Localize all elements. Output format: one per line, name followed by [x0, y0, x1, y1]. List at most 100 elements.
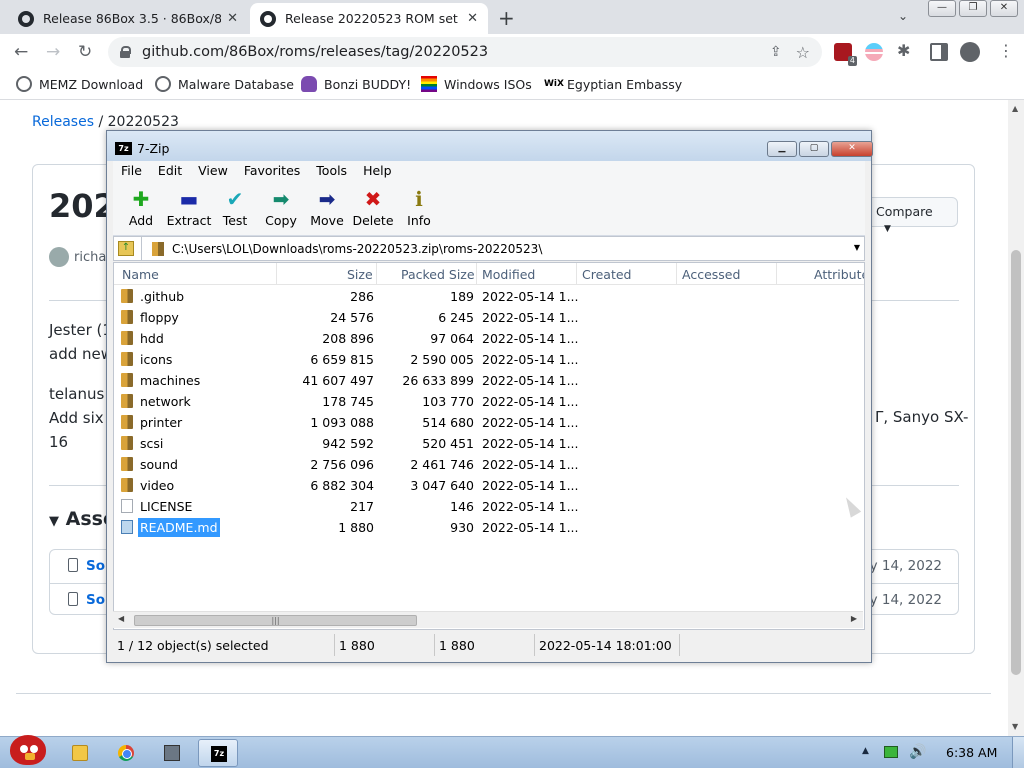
test-button[interactable]: ✔ Test	[211, 185, 259, 228]
menu-help[interactable]: Help	[355, 161, 400, 181]
bookmark-bonzi[interactable]: Bonzi BUDDY!	[301, 76, 411, 92]
file-name: video	[140, 478, 175, 493]
tab-close-icon[interactable]: ✕	[467, 11, 478, 26]
ublock-extension-icon[interactable]: 4	[834, 43, 857, 66]
file-row[interactable]: hdd 208 896 97 064 2022-05-14 1...	[114, 328, 864, 349]
scrollbar-thumb[interactable]: |||	[134, 615, 417, 626]
url-text[interactable]: github.com/86Box/roms/releases/tag/20220…	[142, 44, 488, 60]
side-panel-icon[interactable]	[930, 43, 948, 61]
column-divider[interactable]	[476, 263, 477, 285]
bookmark-egyptian-embassy[interactable]: WiX Egyptian Embassy	[544, 76, 682, 92]
column-attributes[interactable]: Attribute	[814, 267, 864, 282]
column-name[interactable]: Name	[122, 267, 159, 282]
tab-close-icon[interactable]: ✕	[227, 11, 238, 26]
profile-avatar-icon[interactable]	[960, 42, 980, 62]
show-desktop-button[interactable]	[1012, 737, 1024, 768]
release-author[interactable]: richar	[49, 247, 112, 267]
info-button[interactable]: ℹ Info	[395, 185, 443, 228]
tab-86box-release[interactable]: Release 86Box 3.5 · 86Box/86B ✕	[8, 3, 248, 34]
column-size[interactable]: Size	[347, 267, 373, 282]
file-row[interactable]: README.md 1 880 930 2022-05-14 1...	[114, 517, 864, 538]
file-row[interactable]: scsi 942 592 520 451 2022-05-14 1...	[114, 433, 864, 454]
file-row[interactable]: LICENSE 217 146 2022-05-14 1...	[114, 496, 864, 517]
avatar[interactable]	[49, 247, 69, 267]
toolbar-label: Info	[407, 213, 431, 228]
column-divider[interactable]	[376, 263, 377, 285]
trans-flag-extension-icon[interactable]	[865, 43, 883, 61]
lock-icon[interactable]	[120, 46, 131, 58]
extract-button[interactable]: ▬ Extract	[165, 185, 213, 228]
bookmark-windows-isos[interactable]: Windows ISOs	[421, 76, 532, 92]
taskbar-7zip-button[interactable]: 7z	[198, 739, 238, 767]
restore-button[interactable]: ❐	[959, 0, 987, 17]
file-row[interactable]: floppy 24 576 6 245 2022-05-14 1...	[114, 307, 864, 328]
minimize-button[interactable]: ▁	[767, 141, 797, 157]
bookmark-memz[interactable]: MEMZ Download	[16, 76, 143, 92]
column-created[interactable]: Created	[582, 267, 631, 282]
minimize-button[interactable]: —	[928, 0, 956, 17]
file-row[interactable]: printer 1 093 088 514 680 2022-05-14 1...	[114, 412, 864, 433]
close-button[interactable]: ✕	[831, 141, 873, 157]
delete-button[interactable]: ✖ Delete	[349, 185, 397, 228]
file-row[interactable]: video 6 882 304 3 047 640 2022-05-14 1...	[114, 475, 864, 496]
scrollbar-thumb[interactable]	[1011, 250, 1021, 675]
menu-favorites[interactable]: Favorites	[236, 161, 308, 181]
maximize-button[interactable]: ▢	[799, 141, 829, 157]
forward-arrow-icon[interactable]: →	[46, 42, 60, 62]
scroll-up-arrow-icon[interactable]: ▲	[1012, 104, 1018, 113]
breadcrumb-releases-link[interactable]: Releases	[32, 114, 94, 130]
path-bar[interactable]: ↑ C:\Users\LOL\Downloads\roms-20220523.z…	[113, 236, 865, 261]
tab-roms-release[interactable]: Release 20220523 ROM set (8 ✕	[250, 3, 488, 34]
file-row[interactable]: machines 41 607 497 26 633 899 2022-05-14 1…	[114, 370, 864, 391]
page-scrollbar[interactable]: ▲ ▼	[1008, 100, 1024, 736]
file-list[interactable]: Name Size Packed Size Modified Created A…	[113, 262, 865, 630]
bookmark-malware-db[interactable]: Malware Database	[155, 76, 294, 92]
column-packed-size[interactable]: Packed Size	[401, 267, 475, 282]
taskbar-vm-button[interactable]	[152, 739, 192, 767]
column-divider[interactable]	[776, 263, 777, 285]
scroll-right-arrow-icon[interactable]: ▶	[851, 614, 857, 623]
taskbar-explorer-button[interactable]	[60, 739, 100, 767]
path-text[interactable]: C:\Users\LOL\Downloads\roms-20220523.zip…	[172, 242, 542, 256]
scroll-down-arrow-icon[interactable]: ▼	[1012, 722, 1018, 731]
clock[interactable]: 6:38 AM	[946, 745, 997, 760]
menu-tools[interactable]: Tools	[308, 161, 355, 181]
bookmark-star-icon[interactable]: ☆	[796, 43, 810, 62]
start-button[interactable]	[6, 731, 48, 768]
menu-file[interactable]: File	[113, 161, 150, 181]
file-row[interactable]: network 178 745 103 770 2022-05-14 1...	[114, 391, 864, 412]
tab-search-chevron-icon[interactable]: ⌄	[898, 9, 908, 23]
move-button[interactable]: ➡ Move	[303, 185, 351, 228]
network-icon[interactable]	[884, 746, 898, 758]
file-row[interactable]: .github 286 189 2022-05-14 1...	[114, 286, 864, 307]
column-divider[interactable]	[676, 263, 677, 285]
reload-icon[interactable]: ↻	[78, 42, 92, 62]
back-arrow-icon[interactable]: ←	[14, 42, 28, 62]
show-hidden-icons-icon[interactable]: ▲	[862, 746, 869, 756]
volume-icon[interactable]: 🔊	[909, 744, 926, 760]
up-folder-icon[interactable]: ↑	[118, 241, 134, 256]
file-row[interactable]: icons 6 659 815 2 590 005 2022-05-14 1...	[114, 349, 864, 370]
compare-button[interactable]: Compare ▼	[865, 197, 958, 234]
new-tab-button[interactable]: +	[498, 6, 515, 30]
copy-button[interactable]: ➡ Copy	[257, 185, 305, 228]
menu-kebab-icon[interactable]: ⋮	[998, 41, 1016, 60]
horizontal-scrollbar[interactable]: ◀ ||| ▶	[113, 611, 863, 628]
menu-edit[interactable]: Edit	[150, 161, 190, 181]
column-divider[interactable]	[576, 263, 577, 285]
close-window-button[interactable]: ✕	[990, 0, 1018, 17]
column-modified[interactable]: Modified	[482, 267, 535, 282]
column-accessed[interactable]: Accessed	[682, 267, 740, 282]
extensions-puzzle-icon[interactable]: ✱	[897, 41, 915, 60]
7zip-titlebar[interactable]: 7z 7-Zip ▁ ▢ ✕	[107, 131, 873, 161]
address-bar[interactable]: github.com/86Box/roms/releases/tag/20220…	[108, 37, 822, 67]
add-button[interactable]: ✚ Add	[117, 185, 165, 228]
release-note-line: Jester (1	[49, 321, 112, 339]
path-dropdown-icon[interactable]: ▼	[854, 243, 860, 252]
scroll-left-arrow-icon[interactable]: ◀	[118, 614, 124, 623]
file-row[interactable]: sound 2 756 096 2 461 746 2022-05-14 1...	[114, 454, 864, 475]
taskbar-chrome-button[interactable]	[106, 739, 146, 767]
column-divider[interactable]	[276, 263, 277, 285]
menu-view[interactable]: View	[190, 161, 236, 181]
share-icon[interactable]: ⇪	[770, 44, 782, 60]
